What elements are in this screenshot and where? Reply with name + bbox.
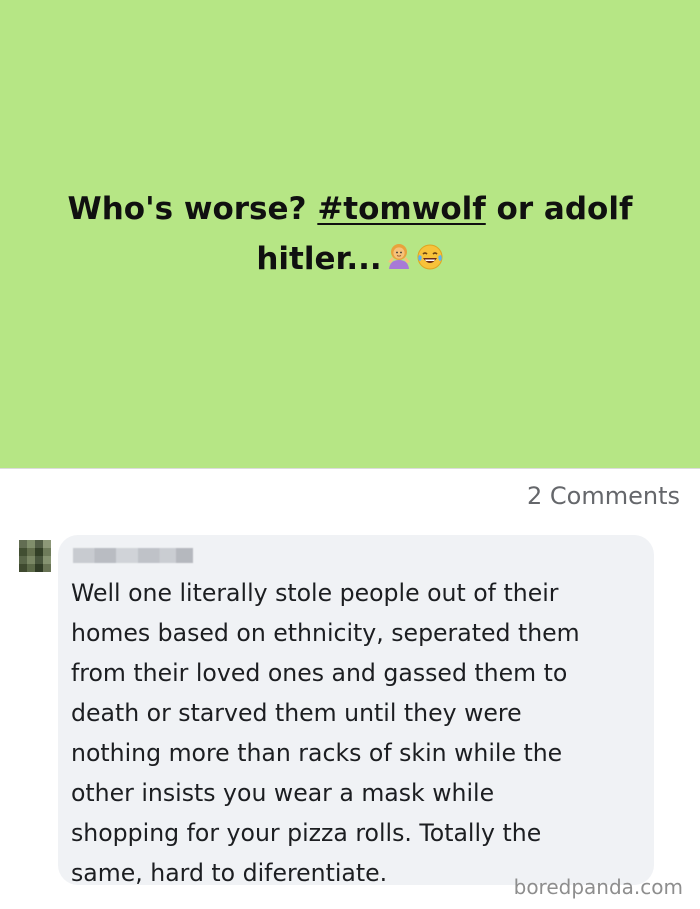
comment-line: death or starved them until they were <box>71 699 522 727</box>
avatar-blur-overlay <box>19 540 51 572</box>
post-text-before: Who's worse? <box>67 191 318 227</box>
comment-bubble: Well one literally stole people out of t… <box>58 535 654 887</box>
post-text-line2: hitler... <box>256 241 382 277</box>
post-banner: Who's worse? #tomwolf or adolf hitler... <box>0 0 700 468</box>
post-text-after: or adolf <box>485 191 633 227</box>
comment-line: homes based on ethnicity, seperated them <box>71 619 580 647</box>
divider <box>0 468 700 469</box>
woman-shrugging-emoji-icon <box>384 236 414 286</box>
comment-line: from their loved ones and gassed them to <box>71 659 568 687</box>
comment-line: other insists you wear a mask while <box>71 779 495 807</box>
comment-line: Well one literally stole people out of t… <box>71 579 559 607</box>
comment-author-name-redacted[interactable] <box>73 548 193 563</box>
post-text: Who's worse? #tomwolf or adolf hitler... <box>0 184 700 286</box>
comment-line: shopping for your pizza rolls. Totally t… <box>71 819 542 847</box>
hashtag-link[interactable]: #tomwolf <box>317 191 485 227</box>
comment-count-link[interactable]: 2 Comments <box>527 482 680 510</box>
comment-text: Well one literally stole people out of t… <box>71 573 640 893</box>
avatar[interactable] <box>19 540 51 572</box>
tears-of-joy-emoji-icon <box>416 236 444 286</box>
boredpanda-watermark: boredpanda.com <box>513 875 683 899</box>
comment-line: nothing more than racks of skin while th… <box>71 739 563 767</box>
